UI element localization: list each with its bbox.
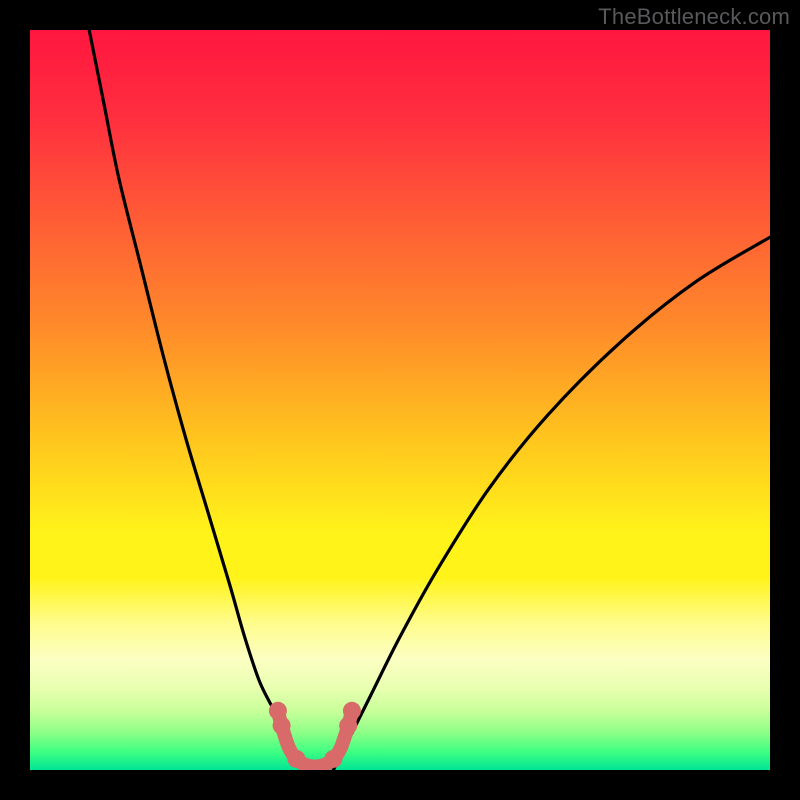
- chart-container: TheBottleneck.com: [0, 0, 800, 800]
- right-curve: [333, 237, 770, 770]
- plot-area: [30, 30, 770, 770]
- attribution-label: TheBottleneck.com: [598, 4, 790, 30]
- curves-layer: [30, 30, 770, 770]
- left-curve: [89, 30, 304, 770]
